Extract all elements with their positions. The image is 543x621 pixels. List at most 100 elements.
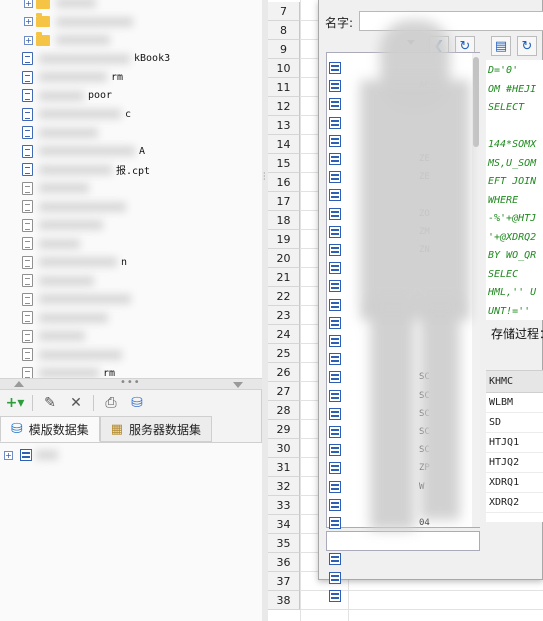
row-header[interactable]: 15	[268, 154, 300, 173]
expand-icon[interactable]: +	[4, 450, 13, 460]
table-list-item[interactable]: ZM	[329, 223, 479, 241]
row-header[interactable]: 29	[268, 420, 300, 439]
table-list-item[interactable]: SC	[329, 387, 479, 405]
filter-input[interactable]	[326, 531, 480, 551]
field-row[interactable]: HTJQ1	[486, 433, 543, 453]
table-list-item[interactable]	[329, 114, 479, 132]
tab-server-dataset[interactable]: ▦ 服务器数据集	[99, 416, 213, 442]
table-list-item[interactable]: ZO	[329, 205, 479, 223]
panel-splitter[interactable]: •••	[0, 377, 262, 390]
tree-file[interactable]: A	[22, 142, 145, 160]
row-header[interactable]: 30	[268, 439, 300, 458]
collapse-up-icon[interactable]	[14, 381, 24, 387]
table-list-item[interactable]: SC	[329, 423, 479, 441]
row-header[interactable]: 28	[268, 401, 300, 420]
table-list-item[interactable]: SC	[329, 441, 479, 459]
table-list-item[interactable]: SC	[329, 405, 479, 423]
row-header[interactable]: 25	[268, 344, 300, 363]
row-header[interactable]: 18	[268, 211, 300, 230]
row-header[interactable]: 19	[268, 230, 300, 249]
table-list-item[interactable]: ZE	[329, 150, 479, 168]
tree-file[interactable]	[22, 198, 130, 216]
drag-handle-icon[interactable]: · · ·	[263, 170, 266, 184]
tree-file[interactable]	[22, 235, 84, 253]
tree-file[interactable]: poor	[22, 87, 112, 105]
drag-handle-icon[interactable]: •••	[120, 377, 141, 388]
row-header[interactable]: 14	[268, 135, 300, 154]
table-list-item[interactable]: 04	[329, 514, 479, 532]
tree-file[interactable]: 报.cpt	[22, 161, 150, 179]
table-list-item[interactable]: W	[329, 478, 479, 496]
row-header[interactable]: 9	[268, 40, 300, 59]
row-header[interactable]: 13	[268, 116, 300, 135]
field-row[interactable]: WLBM	[486, 393, 543, 413]
tree-file[interactable]: c	[22, 105, 131, 123]
row-header[interactable]: 24	[268, 325, 300, 344]
tree-file[interactable]	[22, 346, 126, 364]
row-header[interactable]: 21	[268, 268, 300, 287]
row-header[interactable]: 31	[268, 458, 300, 477]
row-header[interactable]: 8	[268, 21, 300, 40]
tree-file[interactable]	[22, 327, 89, 345]
field-row[interactable]: XDRQ1	[486, 473, 543, 493]
database-settings-icon[interactable]: ⛁	[128, 394, 146, 412]
sql-editor[interactable]: D='0' OM #HEJI SELECT 144*SOMX MS,U_SOM EFT …	[486, 60, 543, 320]
table-list-item[interactable]: AC	[329, 77, 479, 95]
expand-icon[interactable]: +	[24, 35, 33, 45]
row-header[interactable]: 27	[268, 382, 300, 401]
tree-file[interactable]	[22, 179, 93, 197]
tab-template-dataset[interactable]: ⛁ 模版数据集	[0, 416, 100, 442]
table-list-item[interactable]: ZN	[329, 241, 479, 259]
row-header[interactable]: 33	[268, 496, 300, 515]
table-list-item[interactable]: SC	[329, 368, 479, 386]
tree-folder[interactable]: +	[24, 31, 114, 49]
field-row[interactable]: HTJQ2	[486, 453, 543, 473]
expand-icon[interactable]: +	[24, 0, 33, 8]
table-list-item[interactable]	[329, 587, 479, 605]
tree-folder[interactable]: +	[24, 0, 100, 12]
row-header[interactable]: 7	[268, 2, 300, 21]
row-header[interactable]: 34	[268, 515, 300, 534]
tree-file[interactable]: kBook3	[22, 50, 170, 68]
table-list-item[interactable]	[329, 296, 479, 314]
chevron-down-icon[interactable]	[407, 40, 415, 45]
preview-icon[interactable]: ⎙	[102, 394, 120, 412]
row-header[interactable]: 22	[268, 287, 300, 306]
table-list-item[interactable]	[329, 59, 479, 77]
add-dataset-icon[interactable]: +▾	[6, 394, 25, 412]
table-list-item[interactable]	[329, 186, 479, 204]
tree-file[interactable]	[22, 272, 98, 290]
refresh-sql-icon[interactable]: ↻	[517, 36, 537, 56]
field-row[interactable]: XDRQ2	[486, 493, 543, 513]
table-list-item[interactable]	[329, 569, 479, 587]
row-header[interactable]: 26	[268, 363, 300, 382]
row-header[interactable]: 11	[268, 78, 300, 97]
table-list-item[interactable]	[329, 496, 479, 514]
table-list-item[interactable]	[329, 332, 479, 350]
tree-folder[interactable]: +	[24, 13, 137, 31]
tree-file[interactable]	[22, 216, 107, 234]
tree-file[interactable]: rm	[22, 68, 123, 86]
table-list-item[interactable]	[329, 350, 479, 368]
row-header[interactable]: 16	[268, 173, 300, 192]
table-list-item[interactable]: ZE	[329, 168, 479, 186]
table-list[interactable]: AC ZE ZE ZO ZM ZN SC SC SC SC SC ZP W 04	[326, 52, 480, 602]
table-list-item[interactable]	[329, 314, 479, 332]
delete-icon[interactable]: ✕	[67, 394, 85, 412]
row-header[interactable]: 35	[268, 534, 300, 553]
row-header[interactable]: 20	[268, 249, 300, 268]
table-list-item[interactable]	[329, 277, 479, 295]
table-list-item[interactable]	[329, 95, 479, 113]
tree-file[interactable]	[22, 309, 112, 327]
collapse-down-icon[interactable]	[233, 382, 243, 388]
row-header[interactable]: 17	[268, 192, 300, 211]
row-header[interactable]: 10	[268, 59, 300, 78]
row-header[interactable]: 38	[268, 591, 300, 610]
row-header[interactable]: 23	[268, 306, 300, 325]
table-list-item[interactable]	[329, 259, 479, 277]
expand-icon[interactable]: +	[24, 17, 33, 26]
name-input[interactable]	[359, 11, 543, 31]
row-header[interactable]: 12	[268, 97, 300, 116]
row-header[interactable]: 37	[268, 572, 300, 591]
preview-doc-icon[interactable]: ▤	[491, 36, 511, 56]
